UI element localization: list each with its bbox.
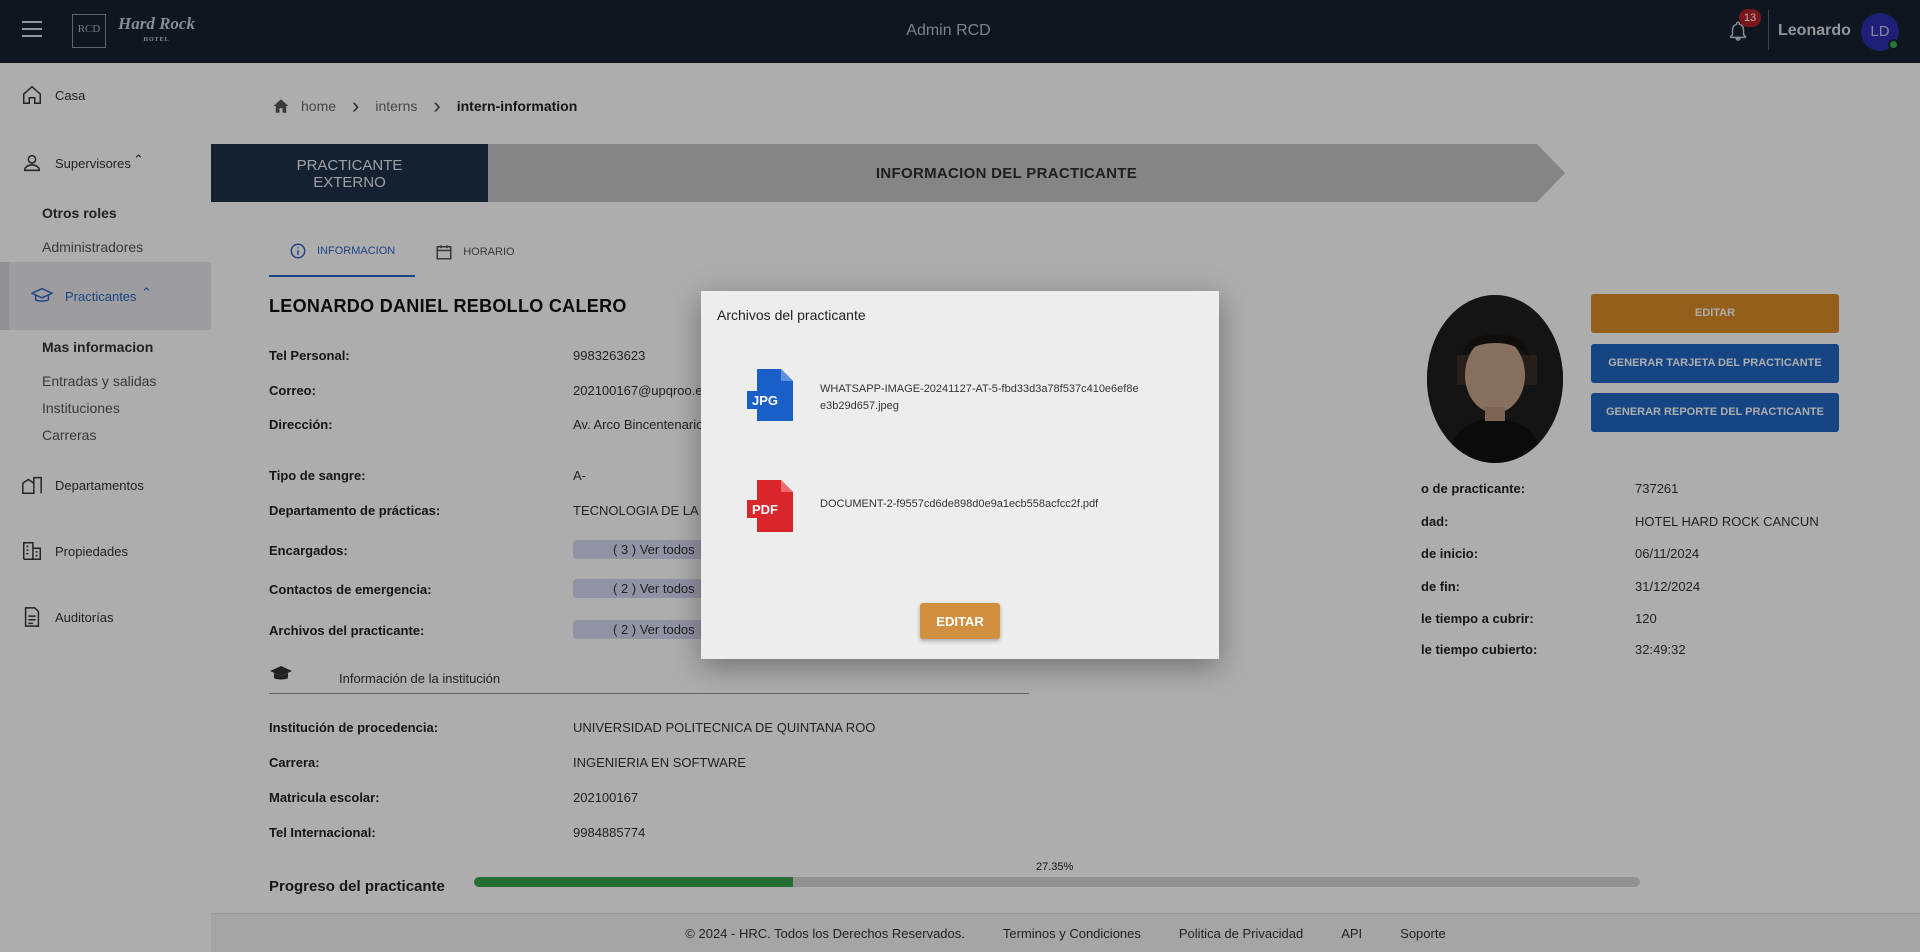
file-item-jpg[interactable]: JPG WHATSAPP-IMAGE-20241127-AT-5-fbd33d3… (747, 369, 1187, 429)
modal-title: Archivos del practicante (717, 307, 866, 323)
modal-edit-button[interactable]: EDITAR (920, 603, 1000, 639)
file-name: WHATSAPP-IMAGE-20241127-AT-5-fbd33d3a78f… (820, 383, 1139, 412)
files-modal: Archivos del practicante JPG WHATSAPP-IM… (701, 291, 1219, 659)
svg-text:JPG: JPG (752, 393, 778, 408)
jpg-file-icon: JPG (747, 369, 793, 421)
svg-text:PDF: PDF (752, 502, 778, 517)
pdf-file-icon: PDF (747, 480, 793, 532)
file-name: DOCUMENT-2-f9557cd6de898d0e9a1ecb558acfc… (820, 498, 1099, 510)
file-item-pdf[interactable]: PDF DOCUMENT-2-f9557cd6de898d0e9a1ecb558… (747, 480, 1187, 540)
